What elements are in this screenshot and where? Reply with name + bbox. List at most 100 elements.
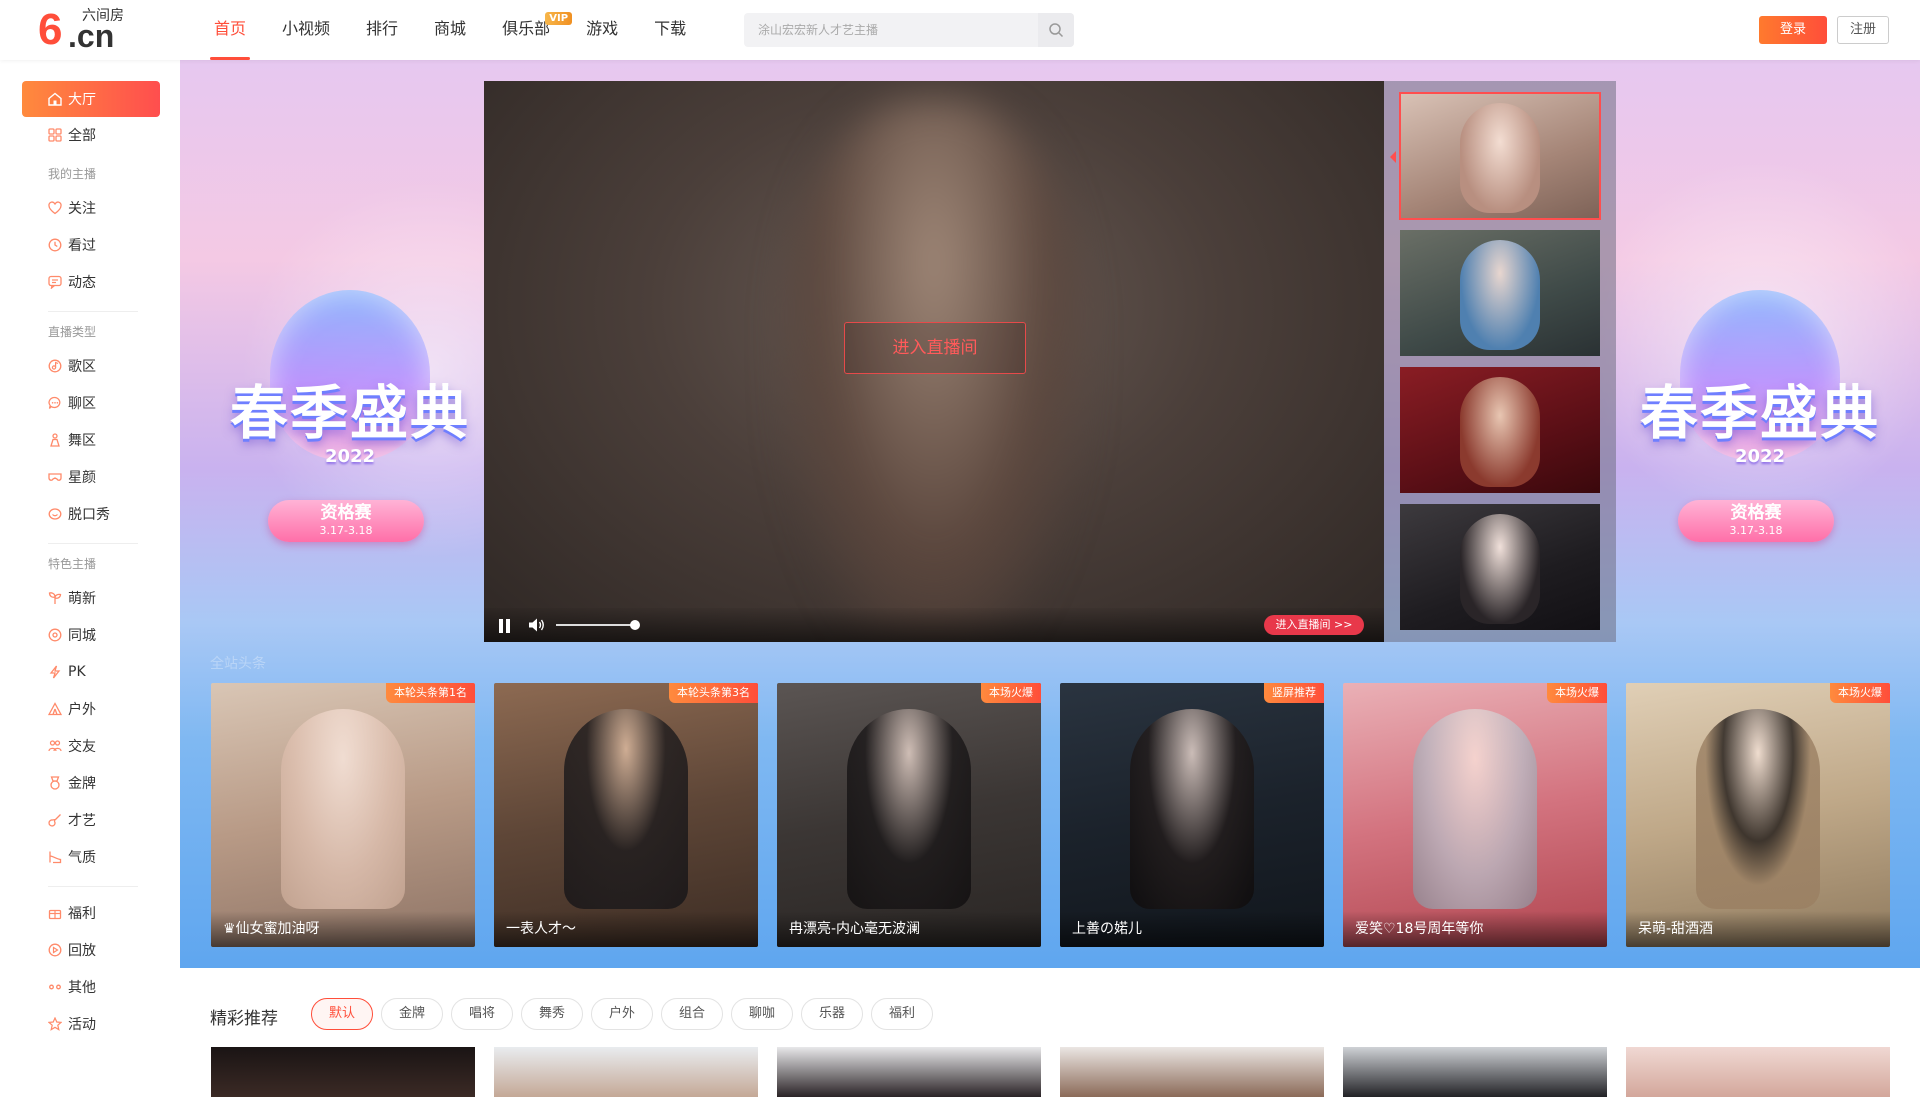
sidebar-item-hall[interactable]: 大厅 — [22, 81, 160, 117]
event-stage-pill: 资格赛 3.17-3.18 — [1678, 500, 1834, 542]
recommend-card[interactable] — [1060, 1047, 1324, 1097]
event-emblem-left[interactable]: 春季盛典 2022 资格赛 3.17-3.18 — [210, 290, 490, 560]
recommend-card[interactable] — [777, 1047, 1041, 1097]
tent-icon — [48, 702, 62, 716]
volume-icon[interactable] — [528, 617, 546, 633]
home-icon — [48, 92, 62, 106]
recommend-title: 精彩推荐 — [210, 1009, 278, 1029]
stream-thumbnail[interactable] — [1400, 230, 1600, 356]
sidebar-item-all[interactable]: 全部 — [22, 117, 160, 153]
grid-icon — [48, 128, 62, 142]
headline-card[interactable]: 本轮头条第1名 ♛仙女蜜加油呀 — [211, 683, 475, 947]
site-logo[interactable]: 6 .cn 六间房 — [38, 6, 138, 55]
enter-room-small-button[interactable]: 进入直播间 >> — [1264, 615, 1364, 635]
sidebar-group-title: 直播类型 — [48, 325, 97, 339]
recommend-card[interactable] — [494, 1047, 758, 1097]
mask-icon — [48, 473, 62, 481]
sidebar-item-song[interactable]: 歌区 — [22, 348, 160, 384]
nav-club[interactable]: 俱乐部 VIP — [484, 0, 573, 60]
sidebar-item-events[interactable]: 活动 — [22, 1006, 160, 1042]
enter-room-button[interactable]: 进入直播间 — [844, 322, 1026, 374]
nav-label: 首页 — [214, 19, 247, 38]
filter-chip-outdoor[interactable]: 户外 — [591, 998, 654, 1030]
sidebar-item-other[interactable]: 其他 — [22, 969, 160, 1005]
location-icon — [48, 628, 62, 642]
sidebar-item-label: 歌区 — [68, 359, 96, 375]
talk-icon — [48, 508, 62, 520]
dance-icon — [50, 433, 60, 447]
sidebar-item-dance[interactable]: 舞区 — [22, 422, 160, 458]
sidebar-item-history[interactable]: 看过 — [22, 227, 160, 263]
player-controls: 进入直播间 >> — [484, 608, 1384, 642]
sidebar-item-friends[interactable]: 交友 — [22, 728, 160, 764]
register-button[interactable]: 注册 — [1837, 16, 1889, 44]
search-button[interactable] — [1038, 13, 1074, 47]
volume-knob[interactable] — [630, 620, 640, 630]
card-anchor-name: 冉漂亮-内心毫无波澜 — [777, 911, 1041, 947]
sidebar-item-chat[interactable]: 聊区 — [22, 385, 160, 421]
stream-thumbnail[interactable] — [1400, 504, 1600, 630]
nav-mall[interactable]: 商城 — [416, 0, 484, 60]
headline-card[interactable]: 本轮头条第3名 一表人才～ — [494, 683, 758, 947]
sidebar-item-gold[interactable]: 金牌 — [22, 765, 160, 801]
search-input[interactable] — [744, 13, 1040, 47]
sidebar-item-replay[interactable]: 回放 — [22, 932, 160, 968]
heart-icon — [48, 201, 62, 215]
sidebar-item-label: 才艺 — [68, 813, 96, 829]
message-icon — [48, 275, 62, 289]
nav-download[interactable]: 下载 — [636, 0, 704, 60]
sidebar-item-local[interactable]: 同城 — [22, 617, 160, 653]
login-button[interactable]: 登录 — [1759, 16, 1827, 44]
sidebar-item-welfare[interactable]: 福利 — [22, 895, 160, 931]
stream-thumbnail[interactable] — [1400, 367, 1600, 493]
sidebar-item-newbie[interactable]: 萌新 — [22, 580, 160, 616]
nav-short-video[interactable]: 小视频 — [264, 0, 348, 60]
volume-slider[interactable] — [556, 624, 632, 626]
lightning-icon — [49, 665, 61, 679]
nav-ranking[interactable]: 排行 — [348, 0, 416, 60]
sidebar-item-outdoor[interactable]: 户外 — [22, 691, 160, 727]
sidebar-item-label: 看过 — [68, 238, 96, 254]
event-stage-pill: 资格赛 3.17-3.18 — [268, 500, 424, 542]
live-video-player[interactable]: 进入直播间 进入直播间 >> — [484, 81, 1384, 642]
pause-icon[interactable] — [498, 619, 512, 633]
stream-thumbnail[interactable] — [1399, 92, 1601, 220]
sidebar-item-temperament[interactable]: 气质 — [22, 839, 160, 875]
filter-chip-default[interactable]: 默认 — [311, 998, 374, 1030]
sidebar-item-pk[interactable]: PK — [22, 654, 160, 690]
logo-brand: 六间房 — [82, 8, 124, 24]
sidebar-item-talent[interactable]: 才艺 — [22, 802, 160, 838]
sidebar-item-talk-show[interactable]: 脱口秀 — [22, 496, 160, 532]
filter-chip-chat[interactable]: 聊咖 — [731, 998, 794, 1030]
event-emblem-right[interactable]: 春季盛典 2022 资格赛 3.17-3.18 — [1620, 290, 1900, 560]
nav-home[interactable]: 首页 — [196, 0, 264, 60]
recommend-card[interactable] — [211, 1047, 475, 1097]
filter-chip-instrument[interactable]: 乐器 — [801, 998, 864, 1030]
headline-card[interactable]: 竖屏推荐 上善の婼儿 — [1060, 683, 1324, 947]
filter-chip-group[interactable]: 组合 — [661, 998, 724, 1030]
headline-card[interactable]: 本场火爆 爱笑♡18号周年等你 — [1343, 683, 1607, 947]
filter-chip-gold[interactable]: 金牌 — [381, 998, 444, 1030]
filter-chip-dance[interactable]: 舞秀 — [521, 998, 584, 1030]
card-tag: 本场火爆 — [981, 683, 1041, 703]
sidebar-item-feed[interactable]: 动态 — [22, 264, 160, 300]
headline-card[interactable]: 本场火爆 冉漂亮-内心毫无波澜 — [777, 683, 1041, 947]
guitar-icon — [48, 814, 61, 827]
event-year: 2022 — [324, 446, 376, 467]
filter-chip-welfare[interactable]: 福利 — [871, 998, 934, 1030]
sidebar-item-star-face[interactable]: 星颜 — [22, 459, 160, 495]
recommend-card[interactable] — [1343, 1047, 1607, 1097]
event-stage: 资格赛 — [1730, 503, 1782, 523]
filter-chip-singer[interactable]: 唱将 — [451, 998, 514, 1030]
left-sidebar: 大厅 全部 我的主播 关注 看过 动态 直播类型 歌区 聊区 舞区 星颜 脱口秀… — [0, 60, 180, 1097]
star-icon — [48, 1017, 62, 1031]
card-tag: 本轮头条第1名 — [386, 683, 475, 703]
headline-card[interactable]: 本场火爆 呆萌-甜酒酒 — [1626, 683, 1890, 947]
nav-games[interactable]: 游戏 — [568, 0, 636, 60]
card-tag: 竖屏推荐 — [1264, 683, 1324, 703]
recommend-card[interactable] — [1626, 1047, 1890, 1097]
gift-icon — [48, 909, 62, 920]
recommend-section: 精彩推荐 默认 金牌 唱将 舞秀 户外 组合 聊咖 乐器 福利 — [180, 968, 1920, 1097]
event-year: 2022 — [1734, 446, 1786, 467]
sidebar-item-follow[interactable]: 关注 — [22, 190, 160, 226]
